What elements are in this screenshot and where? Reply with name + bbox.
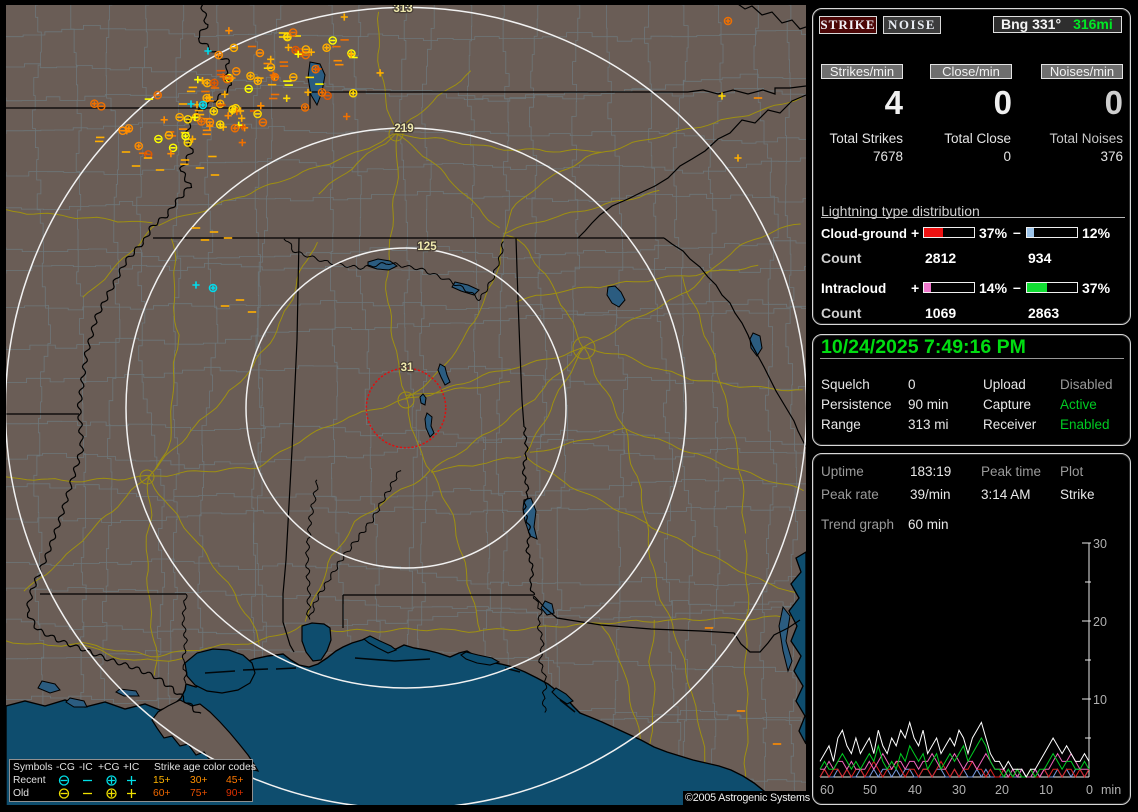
svg-text:20: 20 — [1093, 615, 1107, 629]
svg-text:50: 50 — [863, 783, 877, 797]
svg-text:20: 20 — [995, 783, 1009, 797]
svg-text:0: 0 — [1086, 783, 1093, 797]
svg-text:30: 30 — [952, 783, 966, 797]
svg-text:10: 10 — [1039, 783, 1053, 797]
svg-text:30: 30 — [1093, 537, 1107, 551]
svg-text:60: 60 — [820, 783, 834, 797]
svg-text:min: min — [1101, 783, 1121, 797]
svg-text:40: 40 — [908, 783, 922, 797]
svg-text:10: 10 — [1093, 693, 1107, 707]
